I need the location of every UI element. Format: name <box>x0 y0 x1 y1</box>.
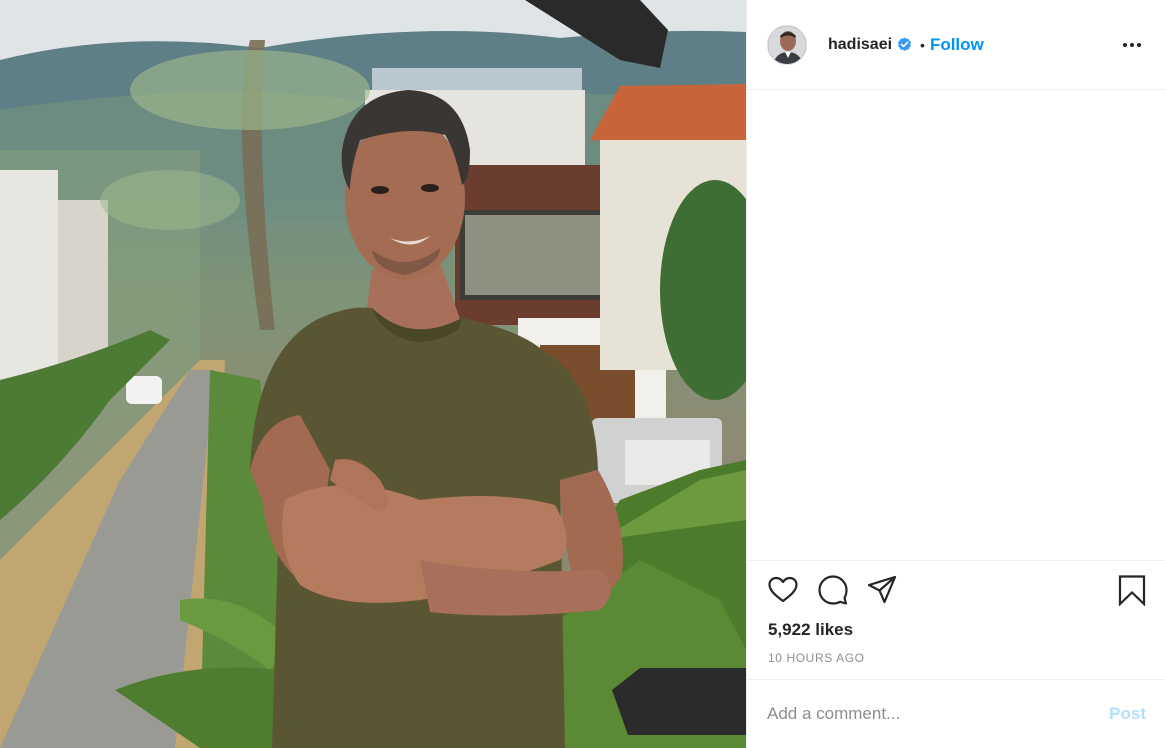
paper-plane-icon[interactable] <box>866 574 898 606</box>
verified-badge-icon <box>897 37 912 52</box>
post-header: hadisaei • Follow <box>747 0 1165 90</box>
follow-button[interactable]: Follow <box>930 35 984 55</box>
post-side-panel: hadisaei • Follow 5,922 likes 10 HOURS A… <box>746 0 1165 748</box>
comment-input[interactable] <box>767 704 1100 724</box>
bookmark-icon[interactable] <box>1116 574 1148 607</box>
more-options-icon[interactable] <box>1123 36 1145 54</box>
likes-count[interactable]: 5,922 likes <box>768 620 853 640</box>
comment-icon[interactable] <box>817 574 849 606</box>
comments-area <box>747 90 1165 561</box>
post-photo-illustration <box>0 0 746 748</box>
action-bar <box>747 561 1165 621</box>
header-separator: • <box>920 36 925 53</box>
post-container: hadisaei • Follow 5,922 likes 10 HOURS A… <box>0 0 1165 748</box>
avatar-image <box>768 25 806 64</box>
avatar[interactable] <box>767 24 807 65</box>
post-photo[interactable] <box>0 0 746 748</box>
comment-bar: Post <box>747 679 1165 748</box>
post-comment-button[interactable]: Post <box>1109 704 1146 724</box>
username-link[interactable]: hadisaei <box>828 36 892 54</box>
heart-icon[interactable] <box>767 574 799 606</box>
post-timestamp[interactable]: 10 HOURS AGO <box>768 651 865 665</box>
